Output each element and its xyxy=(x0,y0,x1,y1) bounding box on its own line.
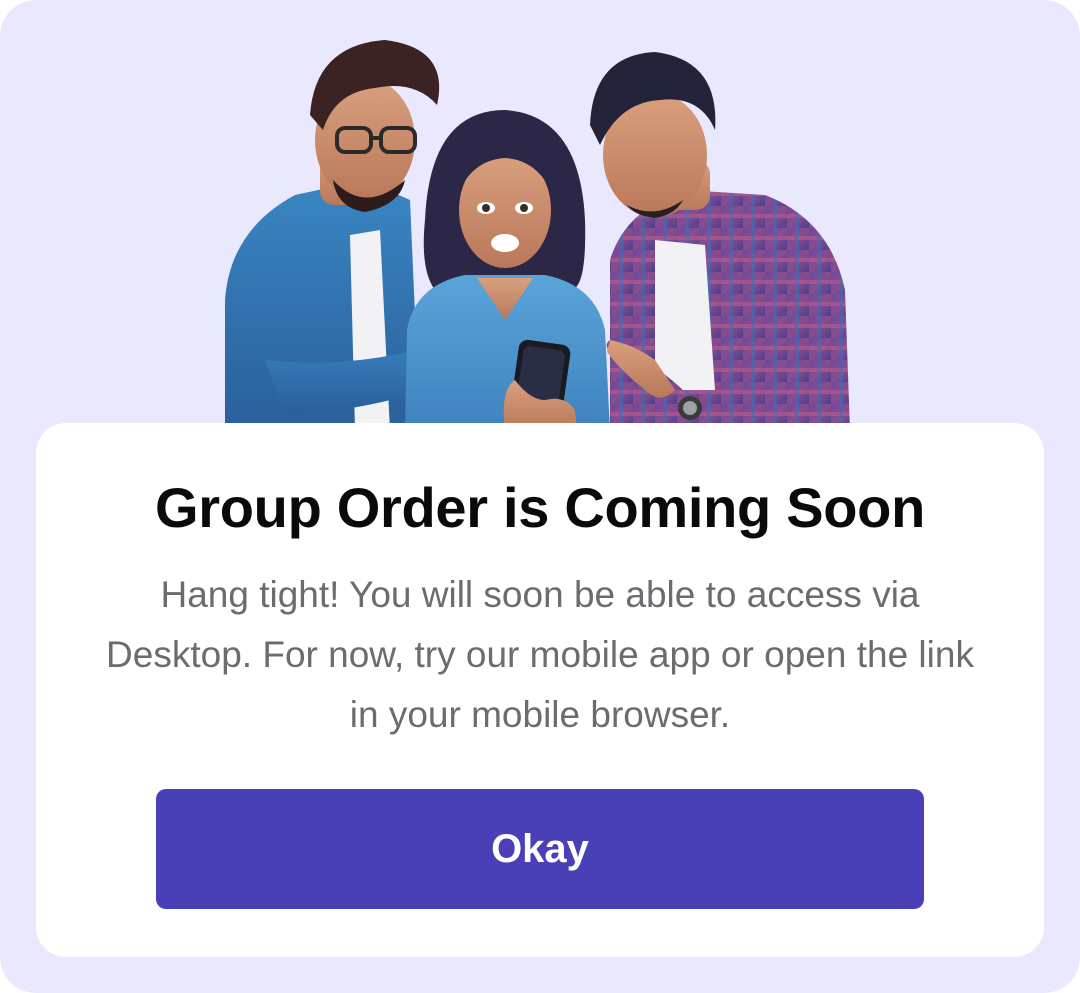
group-friends-illustration xyxy=(225,40,850,430)
group-order-modal: Group Order is Coming Soon Hang tight! Y… xyxy=(0,0,1080,993)
modal-description: Hang tight! You will soon be able to acc… xyxy=(106,574,974,735)
okay-button[interactable]: Okay xyxy=(156,789,924,909)
modal-title: Group Order is Coming Soon xyxy=(155,476,925,539)
